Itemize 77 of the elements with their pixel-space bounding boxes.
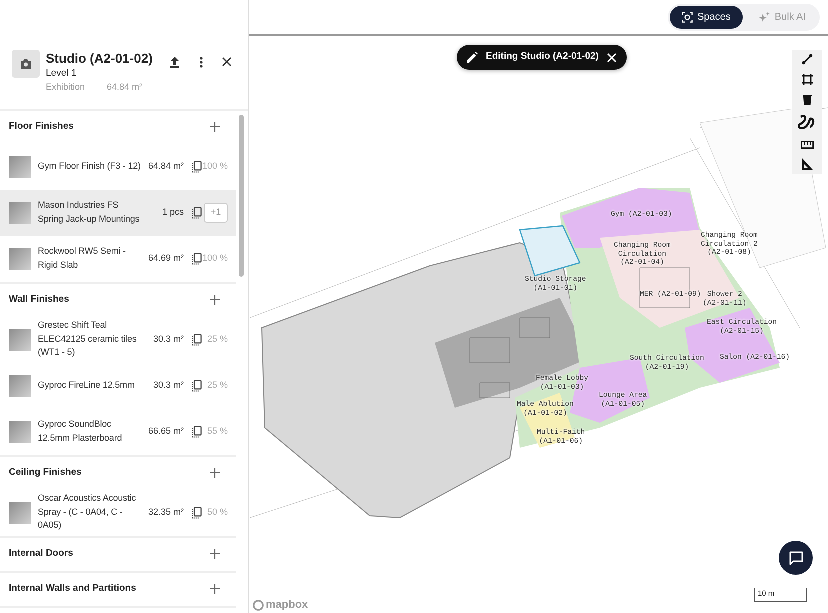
material-quantity: 64.69 m² [147,252,184,265]
material-name: Grestec Shift Teal ELEC42125 ceramic tiles (WT1 - 5) [38,319,138,360]
material-name: Gyproc FireLine 12.5mm [38,378,136,392]
material-row[interactable]: Grestec Shift Teal ELEC42125 ceramic tiles (WT1 - 5) 30.3 m² 25 % [0,316,236,362]
section-title: Ceiling Finishes [9,466,82,480]
space-title: Studio (A2-01-02) [46,50,154,67]
scan-icon [682,12,692,22]
space-area: 64.84 m² [107,81,143,94]
material-row[interactable]: Gym Floor Finish (F3 - 12) 64.84 m² 100 % [0,144,236,190]
material-share: 55 % [207,424,228,438]
material-row[interactable]: Gyproc FireLine 12.5mm 30.3 m² 25 % [0,362,236,408]
material-name: Rockwool RW5 Semi - Rigid Slab [38,245,127,272]
photo-placeholder [9,420,31,442]
material-row[interactable]: Rockwool RW5 Semi - Rigid Slab 64.69 m² 100 % [0,236,236,282]
material-share: 100 % [202,160,228,173]
photo-placeholder [9,156,31,178]
material-name: Mason Industries FS Spring Jack-up Mountings [38,199,141,226]
copy-icon[interactable] [192,206,202,218]
material-share: 25 % [207,332,228,346]
copy-icon[interactable] [192,252,202,264]
photo-placeholder [9,328,31,350]
space-type: Exhibition [46,81,86,94]
material-name: Gyproc SoundBloc 12.5mm Plasterboard [38,418,124,444]
copy-icon[interactable] [192,426,202,438]
plus-icon [210,468,220,478]
section-title: Floor Finishes [9,120,74,134]
copy-icon[interactable] [192,160,202,172]
material-share: 25 % [207,378,228,392]
photo-placeholder[interactable] [12,50,40,78]
line-tool-icon[interactable] [802,54,812,65]
editing-label: Editing Studio (A2-01-02) [486,50,599,64]
pencil-icon [467,52,478,63]
camera-icon [20,59,32,69]
polygon-tool-icon[interactable] [802,74,812,85]
scrollbar-thumb[interactable] [239,115,244,277]
material-name: Gym Floor Finish (F3 - 12) [38,160,142,173]
photo-placeholder [9,374,31,396]
photo-placeholder [9,502,31,524]
kebab-icon [200,56,202,68]
close-button[interactable] [606,52,617,62]
material-quantity: 66.65 m² [147,424,184,438]
material-quantity: 30.3 m² [152,378,184,392]
space-level: Level 1 [46,67,78,80]
material-quantity: 32.35 m² [147,506,184,519]
upload-icon [170,56,180,68]
photo-placeholder [9,248,31,270]
plus-icon [210,549,220,559]
section-title: Wall Finishes [9,292,70,307]
plus-icon [210,584,220,594]
trash-icon[interactable] [802,94,812,105]
plus-icon [210,122,220,132]
freehand-tool-icon[interactable] [798,114,816,132]
material-share: 100 % [202,252,228,265]
plus-icon [210,295,220,305]
photo-placeholder [9,202,31,224]
copy-icon[interactable] [192,380,202,392]
material-share: 50 % [207,506,228,519]
material-row[interactable]: Mason Industries FS Spring Jack-up Mountings 1 pcs +1 [0,190,236,236]
sparkle-icon [758,12,770,22]
chat-icon [788,550,804,566]
material-row[interactable]: Gyproc SoundBloc 12.5mm Plasterboard 66.65 m² 55 % [0,408,236,454]
material-quantity: 64.84 m² [147,160,184,173]
material-row[interactable]: Oscar Acoustics Acoustic Spray - (C - 0A04, C - 0A05) 32.35 m² 50 % [0,490,236,536]
copy-icon[interactable] [192,506,202,518]
material-quantity: 1 pcs [161,206,184,219]
mode-tab[interactable]: Spaces [670,6,743,28]
copy-icon[interactable] [192,334,202,346]
close-icon [606,52,617,62]
material-name: Oscar Acoustics Acoustic Spray - (C - 0A04, C - 0A05) [38,492,138,532]
chat-button[interactable] [779,541,813,575]
ruler-icon[interactable] [800,141,814,149]
material-quantity: 30.3 m² [152,332,184,346]
close-icon [222,57,232,67]
section-title: Internal Doors [9,546,74,561]
map-logo: mapbox [266,598,308,613]
section-title: Internal Walls and Partitions [9,582,136,596]
logo-icon [253,600,264,611]
